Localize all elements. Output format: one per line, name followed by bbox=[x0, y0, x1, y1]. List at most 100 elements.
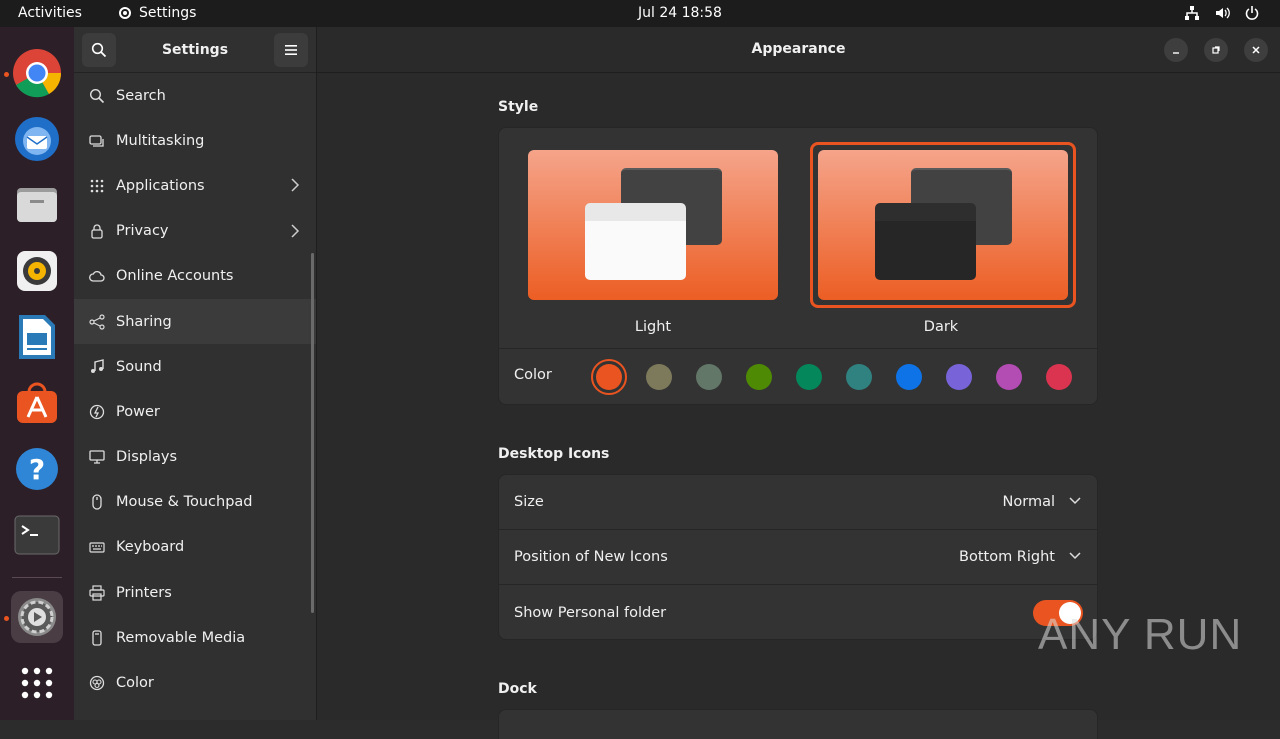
sidebar-item-label: Applications bbox=[116, 177, 205, 194]
sidebar-item-label: Online Accounts bbox=[116, 268, 234, 285]
style-card: Light Dark Color bbox=[498, 127, 1098, 405]
activities-button[interactable]: Activities bbox=[18, 5, 82, 21]
sidebar-item-mouse-touchpad[interactable]: Mouse & Touchpad bbox=[74, 480, 316, 525]
color-swatch-orange[interactable] bbox=[596, 364, 622, 390]
dark-label: Dark bbox=[923, 319, 959, 335]
close-button[interactable] bbox=[1244, 38, 1268, 62]
color-icon bbox=[88, 674, 106, 692]
settings-sidebar: Settings Search Multitasking Application… bbox=[74, 27, 317, 720]
chevron-right-icon bbox=[291, 224, 300, 238]
sidebar-item-label: Sharing bbox=[116, 313, 172, 330]
lock-icon bbox=[88, 222, 106, 240]
sidebar-item-sound[interactable]: Sound bbox=[74, 344, 316, 389]
writer-icon bbox=[19, 315, 55, 359]
sidebar-item-keyboard[interactable]: Keyboard bbox=[74, 525, 316, 570]
sidebar-item-power[interactable]: Power bbox=[74, 389, 316, 434]
menu-button[interactable] bbox=[274, 32, 308, 67]
sidebar-item-label: Power bbox=[116, 403, 160, 420]
terminal-launcher[interactable] bbox=[11, 509, 63, 561]
light-style-preview bbox=[528, 150, 778, 300]
sidebar-item-color[interactable]: Color bbox=[74, 660, 316, 705]
help-icon: ? bbox=[16, 448, 58, 490]
mouse-icon bbox=[88, 493, 106, 511]
chrome-launcher[interactable] bbox=[11, 47, 63, 99]
removable-media-icon bbox=[88, 629, 106, 647]
system-tray[interactable] bbox=[1184, 5, 1260, 21]
sidebar-item-label: Multitasking bbox=[116, 132, 205, 149]
show-applications-button[interactable] bbox=[11, 657, 63, 709]
color-swatch-bark[interactable] bbox=[646, 364, 672, 390]
sidebar-header: Settings bbox=[74, 27, 316, 73]
keyboard-icon bbox=[88, 538, 106, 556]
color-swatch-magenta[interactable] bbox=[996, 364, 1022, 390]
sidebar-item-sharing[interactable]: Sharing bbox=[74, 298, 316, 345]
style-option-light[interactable]: Light bbox=[528, 150, 778, 340]
libreoffice-writer-launcher[interactable] bbox=[11, 311, 63, 363]
preview-window-front bbox=[585, 203, 686, 280]
thunderbird-launcher[interactable] bbox=[11, 113, 63, 165]
new-icons-position-row[interactable]: Position of New Icons Bottom Right bbox=[499, 530, 1097, 585]
new-icons-position-value: Bottom Right bbox=[959, 549, 1055, 565]
multitasking-icon bbox=[88, 132, 106, 150]
rhythmbox-launcher[interactable] bbox=[11, 245, 63, 297]
sidebar-item-label: Mouse & Touchpad bbox=[116, 494, 253, 511]
power-icon bbox=[1245, 6, 1259, 20]
sidebar-item-privacy[interactable]: Privacy bbox=[74, 209, 316, 254]
terminal-icon bbox=[14, 515, 60, 555]
dock-separator bbox=[12, 577, 62, 578]
sidebar-item-label: Sound bbox=[116, 358, 162, 375]
files-icon bbox=[17, 188, 57, 222]
sidebar-item-printers[interactable]: Printers bbox=[74, 570, 316, 615]
sidebar-item-label: Keyboard bbox=[116, 539, 185, 556]
color-swatch-purple[interactable] bbox=[946, 364, 972, 390]
app-center-icon bbox=[17, 382, 57, 423]
settings-launcher[interactable] bbox=[11, 591, 63, 643]
sidebar-item-label: Search bbox=[116, 87, 166, 104]
color-swatch-viridian[interactable] bbox=[796, 364, 822, 390]
personal-folder-row: Show Personal folder bbox=[499, 585, 1097, 640]
gear-icon bbox=[119, 7, 131, 19]
color-swatch-red[interactable] bbox=[1046, 364, 1072, 390]
sidebar-item-label: Displays bbox=[116, 449, 178, 466]
sidebar-item-label: Printers bbox=[116, 584, 172, 601]
sidebar-item-online-accounts[interactable]: Online Accounts bbox=[74, 254, 316, 299]
running-indicator bbox=[4, 616, 9, 621]
app-center-launcher[interactable] bbox=[11, 377, 63, 429]
thunderbird-icon bbox=[15, 117, 59, 161]
cloud-icon bbox=[88, 267, 106, 285]
search-icon bbox=[91, 42, 107, 57]
color-swatch-prussian-green[interactable] bbox=[846, 364, 872, 390]
preview-window-front bbox=[875, 203, 976, 280]
sidebar-item-applications[interactable]: Applications bbox=[74, 163, 316, 208]
chrome-icon bbox=[13, 49, 62, 98]
page-title: Appearance bbox=[751, 41, 846, 57]
sidebar-item-displays[interactable]: Displays bbox=[74, 435, 316, 480]
color-swatch-blue[interactable] bbox=[896, 364, 922, 390]
icon-size-row[interactable]: Size Normal bbox=[499, 475, 1097, 530]
sidebar-item-multitasking[interactable]: Multitasking bbox=[74, 118, 316, 163]
desktop-icons-card: Size Normal Position of New Icons Bottom… bbox=[498, 474, 1098, 640]
clock[interactable]: Jul 24 18:58 bbox=[638, 5, 722, 21]
search-icon bbox=[88, 87, 106, 105]
sidebar-scrollbar[interactable] bbox=[311, 253, 314, 613]
maximize-button[interactable] bbox=[1204, 38, 1228, 62]
sidebar-item-search[interactable]: Search bbox=[74, 73, 316, 118]
watermark-logo: ANY RUN bbox=[1038, 610, 1242, 660]
minimize-button[interactable] bbox=[1164, 38, 1188, 62]
color-swatch-sage[interactable] bbox=[696, 364, 722, 390]
search-button[interactable] bbox=[82, 32, 116, 67]
app-menu[interactable]: Settings bbox=[117, 5, 196, 21]
light-label: Light bbox=[634, 319, 672, 335]
style-option-dark[interactable]: Dark bbox=[810, 142, 1076, 340]
personal-folder-label: Show Personal folder bbox=[514, 604, 667, 621]
files-launcher[interactable] bbox=[11, 179, 63, 231]
printer-icon bbox=[88, 584, 106, 602]
desktop-icons-section-title: Desktop Icons bbox=[498, 446, 610, 462]
color-swatch-olive[interactable] bbox=[746, 364, 772, 390]
sidebar-item-removable-media[interactable]: Removable Media bbox=[74, 615, 316, 660]
sidebar-item-label: Removable Media bbox=[116, 629, 246, 646]
icon-size-value: Normal bbox=[1002, 494, 1055, 510]
sidebar-list: Search Multitasking Applications Privacy… bbox=[74, 73, 316, 706]
watermark-text: ANY RUN bbox=[1038, 610, 1243, 659]
help-launcher[interactable]: ? bbox=[11, 443, 63, 495]
